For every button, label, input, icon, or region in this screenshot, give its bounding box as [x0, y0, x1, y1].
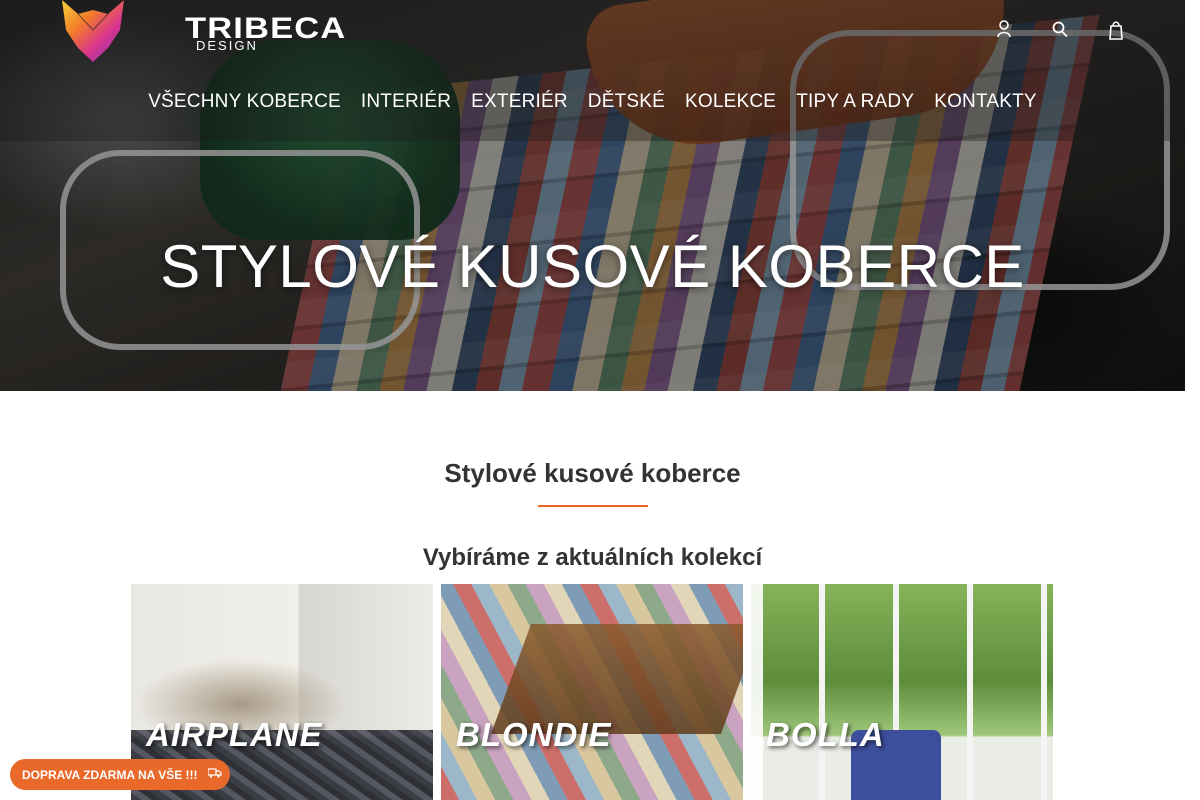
collection-image	[751, 584, 1053, 800]
nav-item-collections[interactable]: KOLEKCE	[685, 91, 776, 113]
nav-item-exterior[interactable]: EXTERIÉR	[471, 91, 568, 113]
main-nav: VŠECHNY KOBERCE INTERIÉR EXTERIÉR DĚTSKÉ…	[0, 91, 1185, 113]
logo[interactable]: TRIBECA DESIGN	[58, 0, 345, 62]
cart-icon[interactable]	[1107, 20, 1125, 44]
collection-cards: AIRPLANE BLONDIE BOLLA	[131, 584, 1053, 800]
site-header: TRIBECA DESIGN VŠECHNY KOBERCE INTERIÉR …	[0, 0, 1185, 141]
free-shipping-button[interactable]: DOPRAVA ZDARMA NA VŠE !!!	[10, 759, 230, 790]
collection-card-blondie[interactable]: BLONDIE	[441, 584, 743, 800]
collection-label: AIRPLANE	[146, 716, 323, 753]
nav-item-kids[interactable]: DĚTSKÉ	[588, 91, 665, 113]
collection-label: BOLLA	[766, 716, 885, 753]
collection-card-bolla[interactable]: BOLLA	[751, 584, 1053, 800]
section-title: Stylové kusové koberce	[444, 458, 741, 488]
nav-item-contacts[interactable]: KONTAKTY	[934, 91, 1037, 113]
section-divider	[538, 505, 648, 507]
hero-title: STYLOVÉ KUSOVÉ KOBERCE	[160, 233, 1025, 300]
section-subtitle: Vybíráme z aktuálních kolekcí	[422, 544, 763, 571]
truck-icon	[206, 768, 222, 781]
nav-item-all-rugs[interactable]: VŠECHNY KOBERCE	[148, 91, 341, 113]
user-icon[interactable]	[995, 20, 1013, 44]
nav-item-tips[interactable]: TIPY A RADY	[796, 91, 914, 113]
collection-label: BLONDIE	[456, 716, 612, 753]
header-icons	[995, 20, 1125, 44]
search-icon[interactable]	[1051, 20, 1069, 44]
nav-item-interior[interactable]: INTERIÉR	[361, 91, 451, 113]
collection-image	[441, 584, 743, 800]
logo-subtitle: DESIGN	[196, 38, 258, 53]
wolf-logo-icon	[62, 0, 124, 62]
promo-label: DOPRAVA ZDARMA NA VŠE !!!	[22, 767, 198, 782]
